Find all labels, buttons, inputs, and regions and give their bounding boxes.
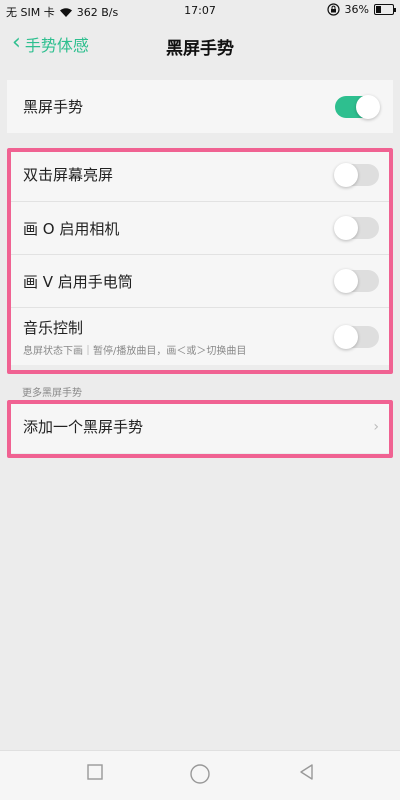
gestures-highlight-frame [7,148,393,374]
recent-apps-button[interactable] [86,763,104,785]
header: ‹ 手势体感 黑屏手势 [0,22,400,68]
back-nav-button[interactable] [298,763,316,785]
toggle-knob [356,94,380,119]
main-gesture-toggle[interactable] [335,94,380,119]
circle-icon [190,764,210,784]
battery-icon [374,4,396,15]
navigation-bar [0,750,400,800]
main-toggle-row[interactable]: 黑屏手势 [7,80,393,133]
status-bar: 无 SIM 卡 362 B/s 17:07 36% [0,0,400,22]
battery-percent: 36% [344,3,369,16]
main-toggle-card: 黑屏手势 [7,80,393,133]
battery-fill [376,6,381,13]
triangle-back-icon [300,764,313,780]
page-title: 黑屏手势 [166,39,234,59]
rotation-lock-icon [326,3,340,16]
add-gesture-highlight-frame [7,400,393,458]
square-icon [87,764,103,780]
section-label: 更多黑屏手势 [22,388,82,399]
main-toggle-label: 黑屏手势 [23,98,84,116]
home-button[interactable] [189,763,211,789]
status-right: 36% [326,3,396,16]
